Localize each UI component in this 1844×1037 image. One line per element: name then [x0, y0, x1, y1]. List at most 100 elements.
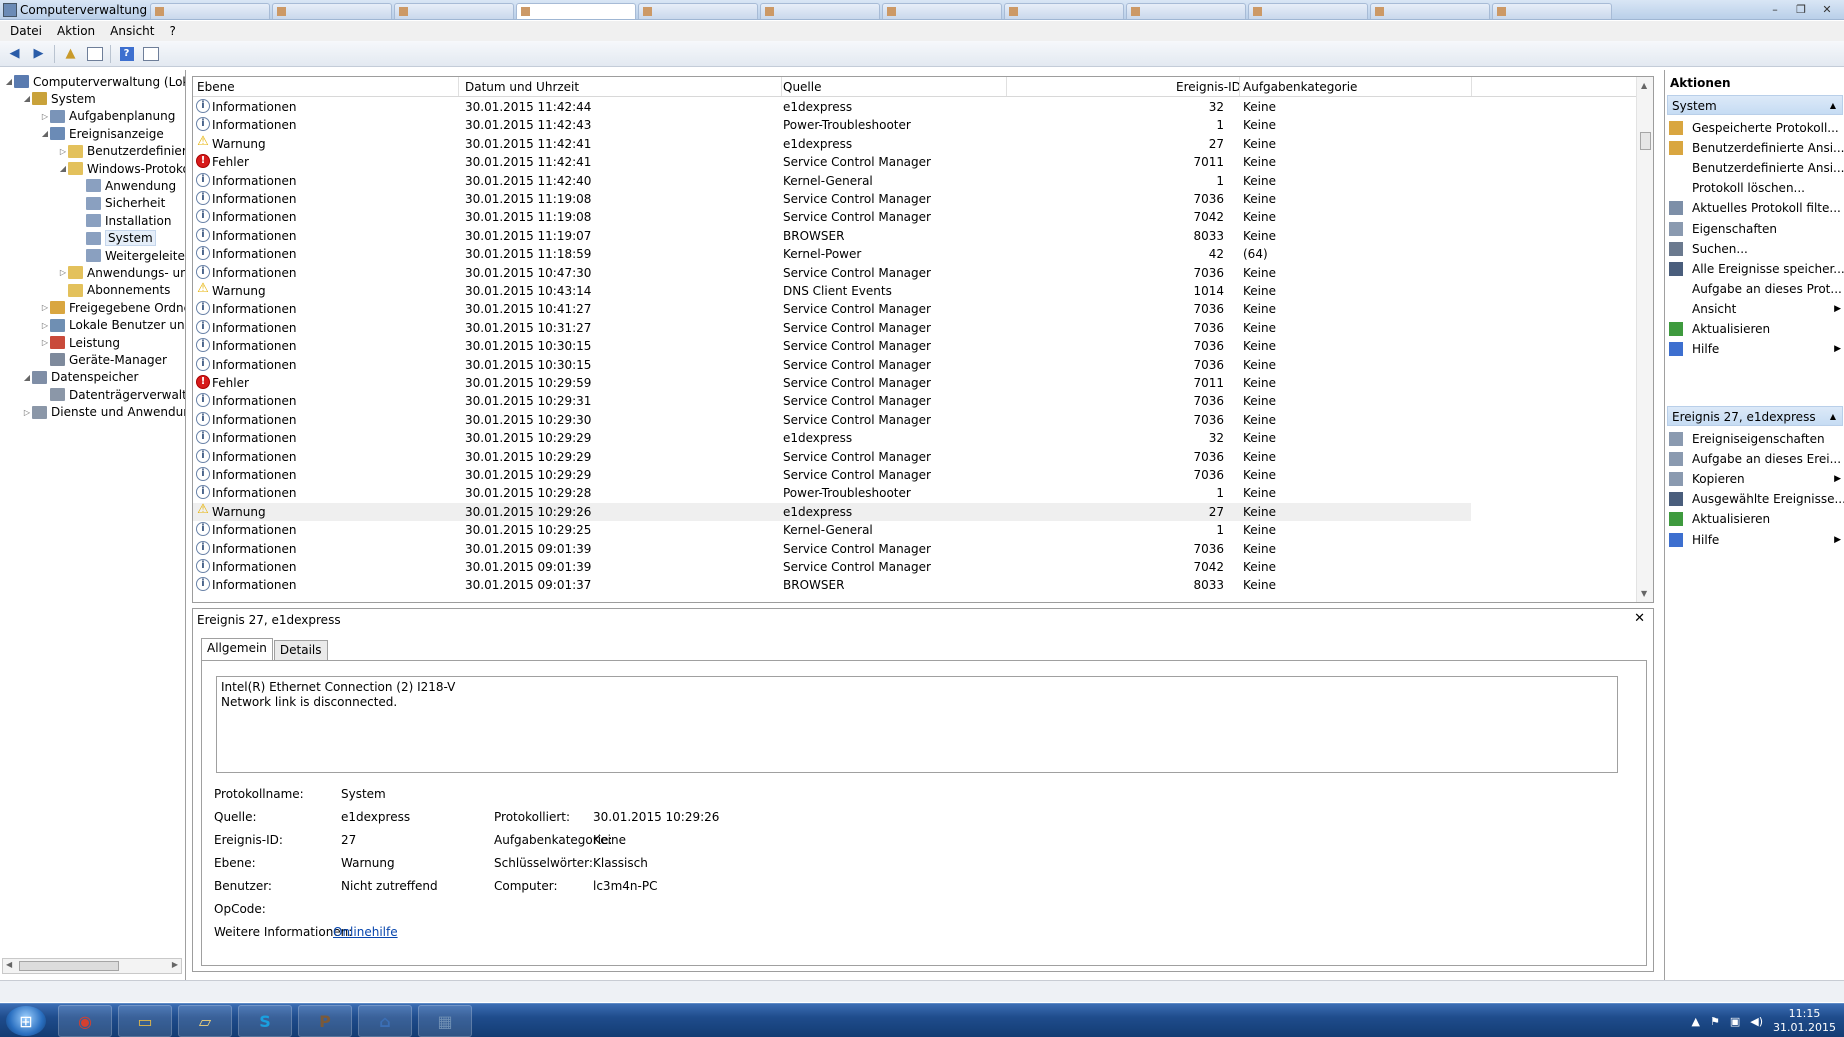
action-item[interactable]: Ereigniseigenschaften — [1669, 429, 1843, 449]
column-datum[interactable]: Datum und Uhrzeit — [465, 80, 579, 94]
action-center-flag-icon[interactable]: ⚑ — [1710, 1015, 1720, 1028]
tree-node[interactable]: Weitergeleitete E — [76, 247, 185, 264]
event-row[interactable]: i Informationen 30.01.2015 11:19:08 Service… — [193, 208, 1471, 226]
tree-horizontal-scrollbar[interactable]: ◀ ▶ — [2, 958, 182, 974]
tree-node[interactable]: Abonnements — [58, 282, 170, 299]
menu-datei[interactable]: Datei — [4, 24, 51, 38]
column-ebene[interactable]: Ebene — [197, 80, 235, 94]
browser-tab[interactable] — [882, 2, 1002, 19]
event-row[interactable]: i Informationen 30.01.2015 11:19:08 Service… — [193, 190, 1471, 208]
events-vertical-scrollbar[interactable]: ▲ ▼ — [1636, 77, 1653, 602]
column-separator[interactable] — [458, 77, 459, 96]
action-item[interactable]: Aufgabe an dieses Prot... — [1669, 279, 1843, 299]
up-folder-icon[interactable]: ▲ — [60, 44, 81, 64]
event-row[interactable]: i Informationen 30.01.2015 11:42:44 e1dexpr… — [193, 98, 1471, 116]
menu-ansicht[interactable]: Ansicht — [104, 24, 163, 38]
tree-node[interactable]: ▷ Aufgabenplanung — [40, 108, 175, 125]
tree-node[interactable]: ◢ Windows-Protokolle — [58, 160, 185, 177]
tab-allgemein[interactable]: Allgemein — [201, 638, 273, 660]
scroll-up-icon[interactable]: ▲ — [1641, 81, 1647, 90]
chrome-icon[interactable]: ◉ — [58, 1005, 112, 1037]
collapse-up-icon[interactable]: ▲ — [1830, 101, 1836, 110]
column-quelle[interactable]: Quelle — [783, 80, 821, 94]
volume-icon[interactable]: ◀) — [1750, 1015, 1763, 1028]
action-item[interactable]: Eigenschaften — [1669, 219, 1843, 239]
tab-details[interactable]: Details — [273, 640, 328, 660]
computer-management-icon[interactable]: ▦ — [418, 1005, 472, 1037]
tree-node[interactable]: ◢ System — [22, 90, 96, 107]
tree-node[interactable]: ▷ Freigegebene Ordner — [40, 299, 185, 316]
event-row[interactable]: i Informationen 30.01.2015 11:42:43 Power-T… — [193, 116, 1471, 134]
column-separator[interactable] — [1006, 77, 1007, 96]
explorer-icon[interactable]: ▭ — [118, 1005, 172, 1037]
action-item[interactable]: Hilfe ▶ — [1669, 339, 1843, 359]
expand-toggle-icon[interactable]: ▷ — [40, 112, 50, 121]
event-row[interactable]: i Informationen 30.01.2015 10:47:30 Service… — [193, 264, 1471, 282]
event-row[interactable]: i Informationen 30.01.2015 10:29:29 e1dexpr… — [193, 429, 1471, 447]
help-icon[interactable]: ? — [116, 44, 137, 64]
browser-tab[interactable] — [516, 2, 636, 19]
browser-tab[interactable] — [1370, 2, 1490, 19]
event-row[interactable]: i Informationen 30.01.2015 10:29:30 Service… — [193, 411, 1471, 429]
tree-node[interactable]: ▷ Anwendungs- und D — [58, 264, 185, 281]
event-row[interactable]: i Informationen 30.01.2015 11:18:59 Kernel-… — [193, 245, 1471, 263]
action-item[interactable]: Protokoll löschen... — [1669, 178, 1843, 198]
tree-node[interactable]: System — [76, 230, 156, 247]
start-button[interactable]: ⊞ — [6, 1006, 46, 1036]
action-item[interactable]: Alle Ereignisse speicher... — [1669, 259, 1844, 279]
event-row[interactable]: ⚠ Warnung 30.01.2015 10:43:14 DNS Client Ev… — [193, 282, 1471, 300]
tree-node[interactable]: Datenträgerverwaltung — [40, 386, 185, 403]
action-item[interactable]: Aktualisieren — [1669, 509, 1843, 529]
expand-toggle-icon[interactable]: ◢ — [4, 77, 14, 86]
expand-toggle-icon[interactable]: ▷ — [58, 147, 68, 156]
show-tree-icon[interactable] — [84, 44, 105, 64]
event-row[interactable]: i Informationen 30.01.2015 10:29:28 Power-T… — [193, 484, 1471, 502]
event-row[interactable]: i Informationen 30.01.2015 10:41:27 Service… — [193, 300, 1471, 318]
action-item[interactable]: Aktualisieren — [1669, 319, 1843, 339]
expand-toggle-icon[interactable]: ◢ — [58, 164, 68, 173]
back-arrow-icon[interactable]: ◀ — [4, 44, 25, 64]
action-item[interactable]: Aktuelles Protokoll filte... — [1669, 198, 1843, 218]
tree-node[interactable]: Geräte-Manager — [40, 351, 167, 368]
show-action-pane-icon[interactable] — [140, 44, 161, 64]
forward-arrow-icon[interactable]: ▶ — [28, 44, 49, 64]
tree-node[interactable]: ▷ Dienste und Anwendungen — [22, 404, 185, 421]
column-aufgabenkategorie[interactable]: Aufgabenkategorie — [1243, 80, 1357, 94]
event-row[interactable]: i Informationen 30.01.2015 11:42:40 Kernel-… — [193, 172, 1471, 190]
action-group-event[interactable]: Ereignis 27, e1dexpress ▲ — [1667, 406, 1843, 426]
expand-toggle-icon[interactable]: ▷ — [40, 321, 50, 330]
tree-node[interactable]: ▷ Benutzerdefinierte A — [58, 143, 185, 160]
scroll-down-icon[interactable]: ▼ — [1641, 589, 1647, 598]
event-row[interactable]: i Informationen 30.01.2015 10:29:25 Kernel-… — [193, 521, 1471, 539]
collapse-up-icon[interactable]: ▲ — [1830, 412, 1836, 421]
event-row[interactable]: i Informationen 30.01.2015 11:19:07 BROWSER… — [193, 227, 1471, 245]
event-message-box[interactable]: Intel(R) Ethernet Connection (2) I218-V … — [216, 676, 1618, 773]
network-app-icon[interactable]: ⌂ — [358, 1005, 412, 1037]
action-item[interactable]: Aufgabe an dieses Erei... — [1669, 449, 1843, 469]
close-window-button[interactable]: ✕ — [1816, 3, 1838, 17]
event-row[interactable]: i Informationen 30.01.2015 10:30:15 Service… — [193, 337, 1471, 355]
expand-toggle-icon[interactable]: ◢ — [22, 373, 32, 382]
expand-toggle-icon[interactable]: ▷ — [58, 268, 68, 277]
event-row[interactable]: i Informationen 30.01.2015 10:31:27 Service… — [193, 319, 1471, 337]
action-item[interactable]: Ausgewählte Ereignisse... — [1669, 489, 1844, 509]
minimize-button[interactable]: – — [1764, 3, 1786, 17]
column-separator[interactable] — [781, 77, 782, 96]
tree-node[interactable]: Anwendung — [76, 177, 176, 194]
clock[interactable]: 11:15 31.01.2015 — [1773, 1007, 1836, 1035]
event-row[interactable]: ⚠ Warnung 30.01.2015 10:29:26 e1dexpress 27 K… — [193, 502, 1471, 522]
expand-toggle-icon[interactable]: ▷ — [40, 303, 50, 312]
poe-icon[interactable]: P — [298, 1005, 352, 1037]
scroll-left-icon[interactable]: ◀ — [6, 960, 12, 969]
event-row[interactable]: ⚠ Warnung 30.01.2015 11:42:41 e1dexpress 27 K… — [193, 135, 1471, 153]
event-row[interactable]: i Informationen 30.01.2015 10:29:29 Service… — [193, 466, 1471, 484]
folder-icon[interactable]: ▱ — [178, 1005, 232, 1037]
scroll-right-icon[interactable]: ▶ — [172, 960, 178, 969]
online-help-link[interactable]: Onlinehilfe — [333, 925, 398, 939]
browser-tab[interactable] — [150, 2, 270, 19]
maximize-button[interactable]: ❐ — [1790, 3, 1812, 17]
network-icon[interactable]: ▣ — [1730, 1015, 1740, 1028]
column-separator[interactable] — [1239, 77, 1240, 96]
event-row[interactable]: i Informationen 30.01.2015 09:01:39 Service… — [193, 558, 1471, 576]
browser-tab[interactable] — [1248, 2, 1368, 19]
